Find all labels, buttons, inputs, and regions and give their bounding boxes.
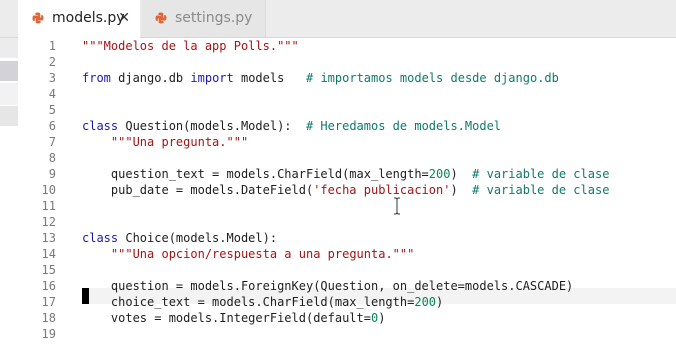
close-icon[interactable]: ✕	[118, 0, 130, 37]
code-line: class Question(models.Model): # Heredamo…	[82, 118, 501, 134]
code-token: # variable de clase	[472, 167, 610, 181]
code-token: django.db	[110, 71, 191, 85]
line-number: 18	[41, 311, 56, 325]
line-number: 4	[48, 87, 56, 101]
line-number: 3	[48, 71, 56, 85]
code-token: pub_date = models.DateField(	[82, 183, 314, 197]
line-number: 10	[41, 183, 56, 197]
code-area[interactable]: """Modelos de la app Polls.""" from djang…	[82, 38, 676, 358]
line-number: 11	[41, 199, 56, 213]
python-file-icon	[32, 12, 44, 24]
code-token: votes = models.IntegerField(default=	[82, 311, 371, 325]
line-number: 16	[41, 279, 56, 293]
code-token: question = models.ForeignKey(Question, o…	[82, 279, 574, 293]
python-file-icon	[155, 12, 167, 24]
code-token: Choice(models.Model):	[118, 231, 278, 245]
line-number-gutter: 1 2 3 4 5 6 7 8 9 10 11 12 13 14 15 16 17 18 19	[18, 38, 62, 358]
code-line: pub_date = models.DateField('fecha publi…	[82, 182, 610, 198]
tab-label: settings.py	[175, 10, 253, 26]
line-number: 9	[48, 167, 56, 181]
line-number: 19	[41, 327, 56, 341]
tab-label: models.py	[52, 10, 125, 26]
code-token: models	[233, 71, 306, 85]
text-cursor	[82, 288, 89, 304]
line-number: 6	[48, 119, 56, 133]
code-line: """Una opcion/respuesta a una pregunta."…	[82, 246, 414, 262]
vertical-scrollbar[interactable]	[668, 38, 676, 358]
code-token: """Una pregunta."""	[110, 135, 249, 149]
code-token: )	[378, 311, 386, 325]
code-token: choice_text = models.CharField(max_lengt…	[82, 295, 415, 309]
code-line: choice_text = models.CharField(max_lengt…	[82, 294, 443, 310]
code-token: Question(models.Model):	[118, 119, 306, 133]
code-token: """Una opcion/respuesta a una pregunta."…	[110, 247, 415, 261]
line-number: 2	[48, 55, 56, 69]
tab-models-py[interactable]: models.py ✕	[18, 0, 140, 38]
code-line: """Modelos de la app Polls."""	[82, 38, 299, 54]
line-number: 8	[48, 151, 56, 165]
line-number: 15	[41, 263, 56, 277]
ibeam-cursor-icon	[394, 197, 400, 215]
line-number: 5	[48, 103, 56, 117]
line-number: 14	[41, 247, 56, 261]
code-token: 200	[414, 295, 437, 309]
code-token: # importamos models desde django.db	[306, 71, 559, 85]
line-number: 7	[48, 135, 56, 149]
code-token: 'fecha publicacion'	[313, 183, 451, 197]
code-token: # Heredamos de models.Model	[305, 119, 502, 133]
code-line: class Choice(models.Model):	[82, 230, 277, 246]
code-line: votes = models.IntegerField(default=0)	[82, 310, 386, 326]
code-line: question = models.ForeignKey(Question, o…	[82, 278, 573, 294]
tab-bar: models.py ✕ settings.py	[0, 0, 676, 38]
code-line: question_text = models.CharField(max_len…	[82, 166, 610, 182]
line-number: 12	[41, 215, 56, 229]
code-token: # variable de clase	[472, 183, 610, 197]
code-token: class	[82, 231, 119, 245]
line-number: 13	[41, 231, 56, 245]
code-token: class	[82, 119, 119, 133]
line-number: 17	[41, 295, 56, 309]
code-token: import	[190, 71, 234, 85]
code-line: """Una pregunta."""	[82, 134, 248, 150]
code-token: )	[450, 183, 473, 197]
code-line: from django.db import models # importamo…	[82, 70, 559, 86]
code-token: from	[82, 71, 111, 85]
code-token: )	[450, 167, 473, 181]
code-token: """Modelos de la app Polls."""	[82, 39, 299, 53]
tab-settings-py[interactable]: settings.py	[141, 0, 266, 37]
code-token: )	[436, 295, 444, 309]
code-token: question_text = models.CharField(max_len…	[82, 167, 429, 181]
line-number: 1	[48, 39, 56, 53]
code-token: 200	[428, 167, 451, 181]
